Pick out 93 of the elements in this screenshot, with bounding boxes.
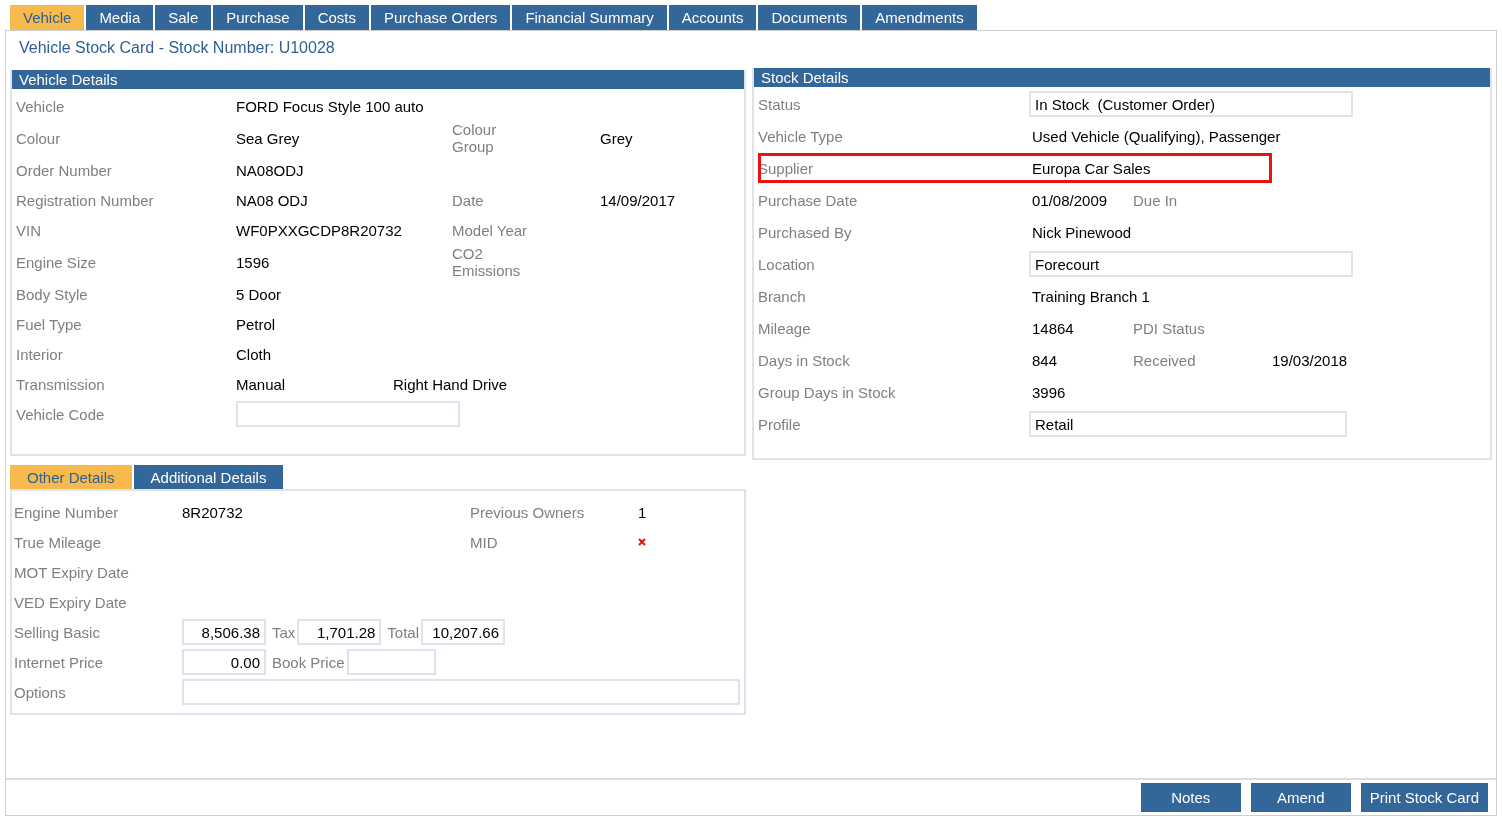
field-label: Registration Number <box>16 191 154 209</box>
field-label: VIN <box>16 221 41 239</box>
field-label: Book Price <box>272 653 345 671</box>
field-label: Received <box>1133 351 1196 369</box>
field-value: 14/09/2017 <box>600 191 676 209</box>
field-label: Previous Owners <box>470 503 585 521</box>
field-value: FORD Focus Style 100 auto <box>236 97 424 115</box>
field-label: Purchased By <box>758 223 852 241</box>
field-value: 1596 <box>236 253 270 271</box>
field-label: Branch <box>758 287 806 305</box>
field-value: 3996 <box>1032 383 1066 401</box>
field-label: MOT Expiry Date <box>14 563 129 581</box>
field-label: Colour Group <box>452 121 498 155</box>
tab[interactable]: Accounts <box>668 5 757 30</box>
panel-header: Vehicle Details <box>12 70 744 89</box>
field-value: Petrol <box>236 315 276 333</box>
field-value: Training Branch 1 <box>1032 287 1150 305</box>
field-label: Status <box>758 95 801 113</box>
field-label: Group Days in Stock <box>758 383 896 401</box>
field-value: Right Hand Drive <box>393 375 508 393</box>
text-field[interactable]: In Stock (Customer Order) <box>1029 91 1353 117</box>
cross-icon <box>638 538 646 546</box>
field-label: Colour <box>16 129 61 147</box>
field-label: Fuel Type <box>16 315 82 333</box>
field-label: Location <box>758 255 815 273</box>
field-label: Vehicle Code <box>16 405 105 423</box>
field-label: Options <box>14 683 66 701</box>
number-field[interactable]: 0.00 <box>182 649 266 675</box>
tab[interactable]: Additional Details <box>133 465 284 489</box>
action-button[interactable]: Amend <box>1250 783 1351 812</box>
field-label: Model Year <box>452 221 528 239</box>
field-label: Purchase Date <box>758 191 858 209</box>
field-label: Mileage <box>758 319 811 337</box>
field-label: Engine Size <box>16 253 97 271</box>
field-value: Cloth <box>236 345 272 363</box>
number-field[interactable] <box>346 649 436 675</box>
field-value: NA08ODJ <box>236 161 304 179</box>
tab[interactable]: Costs <box>304 5 369 30</box>
field-label: Vehicle <box>16 97 65 115</box>
tab[interactable]: Sale <box>155 5 212 30</box>
field-value: 844 <box>1032 351 1058 369</box>
tab[interactable]: Amendments <box>862 5 977 30</box>
field-label: VED Expiry Date <box>14 593 127 611</box>
field-value: Europa Car Sales <box>1032 159 1151 177</box>
field-label: Total <box>387 623 420 641</box>
tab[interactable]: Documents <box>758 5 861 30</box>
field-value: 8R20732 <box>182 503 243 521</box>
options-field[interactable] <box>182 679 740 705</box>
field-label: Internet Price <box>14 653 104 671</box>
field-value: 1 <box>638 503 647 521</box>
field-value: 01/08/2009 <box>1032 191 1108 209</box>
field-value: NA08 ODJ <box>236 191 308 209</box>
field-label: Due In <box>1133 191 1178 209</box>
tab[interactable]: Financial Summary <box>512 5 667 30</box>
field-value: Grey <box>600 129 633 147</box>
field-value: Sea Grey <box>236 129 300 147</box>
tab[interactable]: Purchase <box>213 5 303 30</box>
field-label: Date <box>452 191 484 209</box>
field-value: 14864 <box>1032 319 1074 337</box>
field-label: Transmission <box>16 375 105 393</box>
number-field[interactable]: 10,207.66 <box>421 619 506 645</box>
vehicle-code-field[interactable] <box>236 401 460 427</box>
field-label: Vehicle Type <box>758 127 843 145</box>
action-button[interactable]: Notes <box>1140 783 1241 812</box>
number-field[interactable]: 1,701.28 <box>297 619 382 645</box>
field-value: 5 Door <box>236 285 282 303</box>
page-title: Vehicle Stock Card - Stock Number: U10028 <box>18 38 335 58</box>
text-field[interactable]: Forecourt <box>1029 251 1353 277</box>
field-label: PDI Status <box>1133 319 1205 337</box>
tab[interactable]: Vehicle <box>10 5 85 30</box>
tab[interactable]: Other Details <box>10 465 132 489</box>
tab[interactable]: Media <box>86 5 154 30</box>
field-value: Used Vehicle (Qualifying), Passenger <box>1032 127 1281 145</box>
field-label: Days in Stock <box>758 351 850 369</box>
field-value: WF0PXXGCDP8R20732 <box>236 221 402 239</box>
tab[interactable]: Purchase Orders <box>371 5 511 30</box>
field-value: 19/03/2018 <box>1272 351 1348 369</box>
field-label: Selling Basic <box>14 623 100 641</box>
number-field[interactable]: 8,506.38 <box>182 619 266 645</box>
field-label: CO2 Emissions <box>452 245 522 279</box>
field-label: Engine Number <box>14 503 119 521</box>
field-value: Manual <box>236 375 286 393</box>
field-label: True Mileage <box>14 533 101 551</box>
field-value: Nick Pinewood <box>1032 223 1132 241</box>
text-field[interactable]: Retail <box>1029 411 1347 437</box>
field-label: Order Number <box>16 161 112 179</box>
field-label: Body Style <box>16 285 88 303</box>
panel-header: Stock Details <box>754 68 1490 87</box>
action-button[interactable]: Print Stock Card <box>1360 783 1488 812</box>
field-label: Profile <box>758 415 801 433</box>
field-label: Interior <box>16 345 63 363</box>
field-label: Tax <box>272 623 296 641</box>
field-label: MID <box>470 533 498 551</box>
